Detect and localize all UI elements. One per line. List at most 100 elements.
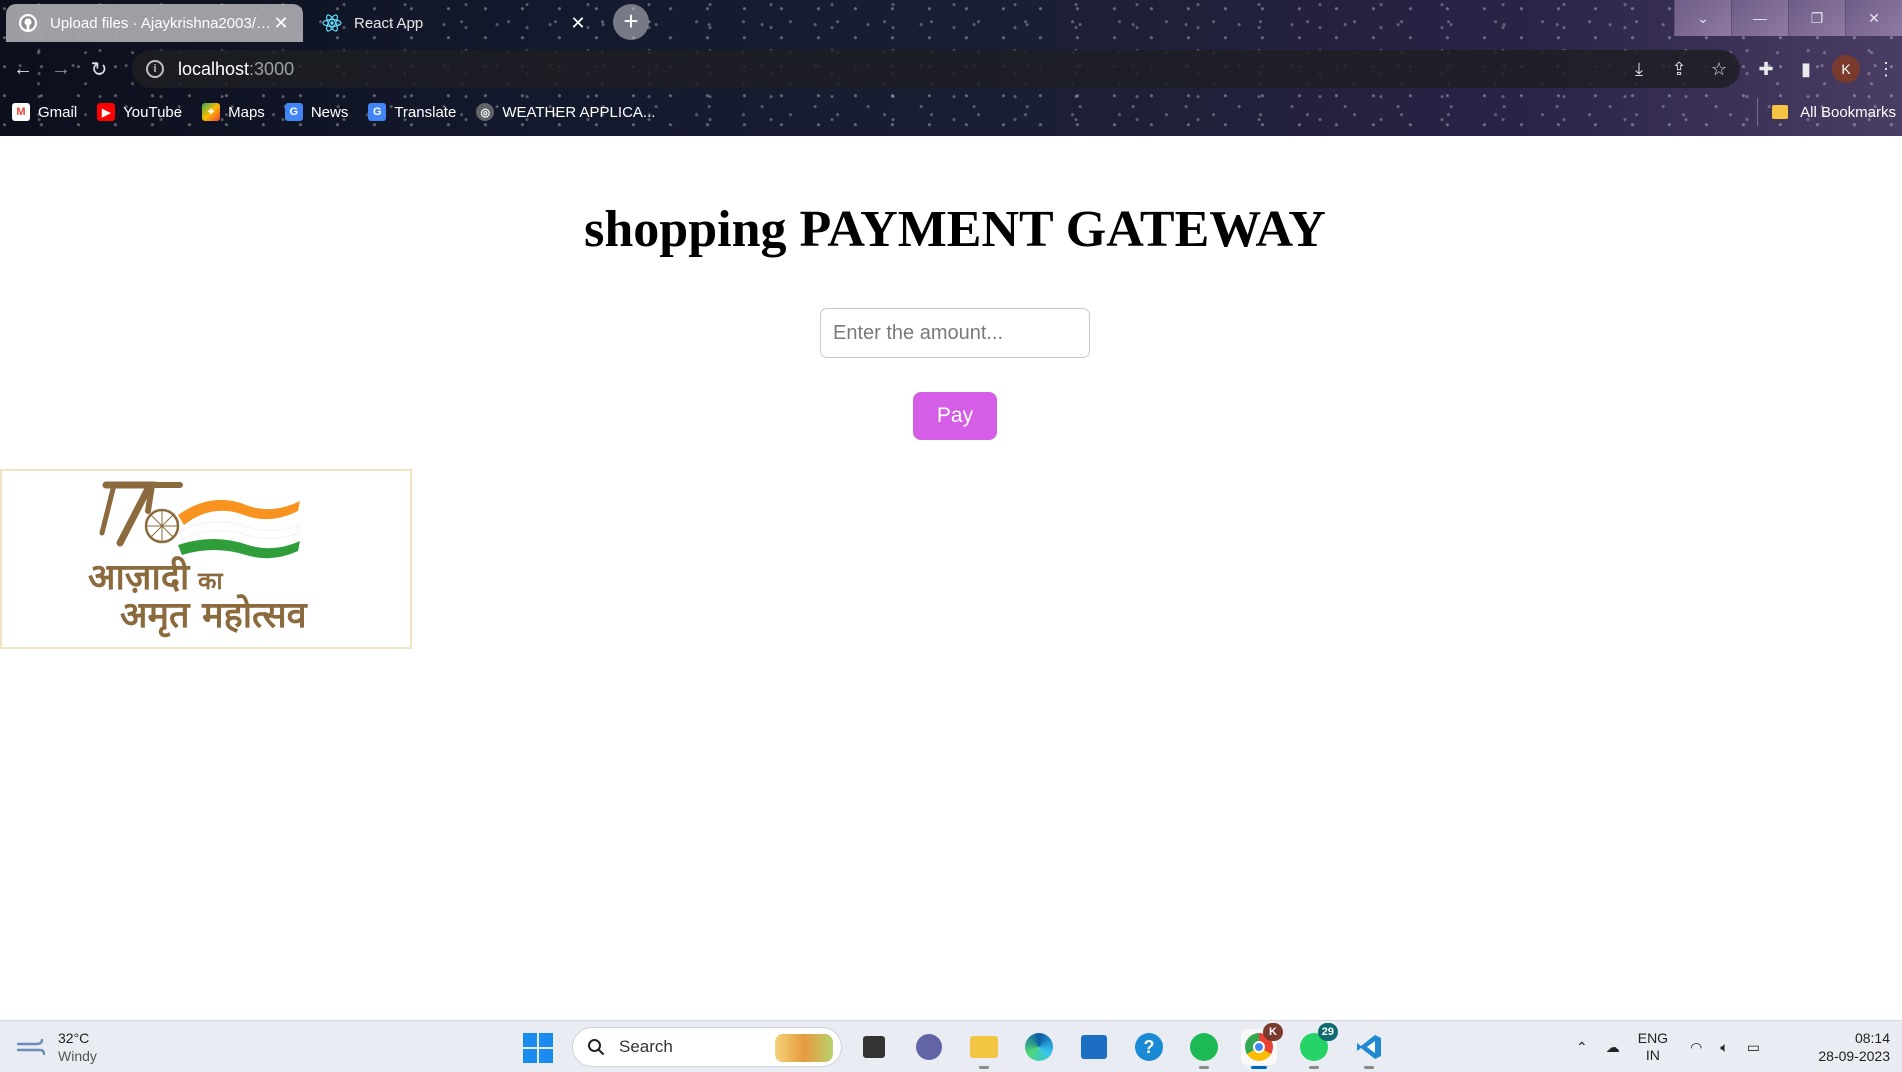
- windows-start-icon[interactable]: [523, 1033, 553, 1063]
- folder-icon: [1772, 105, 1789, 119]
- language-indicator[interactable]: ENG IN: [1638, 1030, 1668, 1064]
- taskbar: 32°C Windy Search ? K 29 ⌃ ☁ ENG IN ◠ 🔈︎…: [0, 1020, 1902, 1072]
- site-info-icon[interactable]: i: [146, 60, 164, 78]
- pay-button[interactable]: Pay: [913, 392, 997, 440]
- address-bar-actions: ⤓ ⇪ ☆: [1626, 50, 1732, 88]
- weather-widget[interactable]: 32°C Windy: [16, 1029, 97, 1065]
- teams-chat-icon[interactable]: [911, 1029, 947, 1065]
- bookmark-label: Gmail: [38, 103, 78, 121]
- battery-icon[interactable]: ▭: [1747, 1039, 1760, 1056]
- url-host: localhost: [178, 58, 250, 79]
- close-tab-icon[interactable]: ✕: [568, 13, 588, 33]
- bookmark-translate[interactable]: G Translate: [368, 103, 456, 121]
- vscode-icon[interactable]: [1351, 1029, 1387, 1069]
- address-bar[interactable]: i localhost:3000 ⤓ ⇪ ☆: [132, 50, 1740, 88]
- running-indicator: [1251, 1066, 1267, 1069]
- tab-search-icon[interactable]: ⌄: [1674, 0, 1731, 36]
- bookmark-label: News: [310, 103, 349, 121]
- menu-icon[interactable]: ⋮: [1872, 55, 1900, 83]
- globe-icon: ◎: [476, 103, 495, 121]
- wind-icon: [16, 1038, 46, 1056]
- weather-temp: 32°C: [58, 1030, 90, 1046]
- new-tab-button[interactable]: +: [613, 4, 649, 40]
- tab-title: Upload files · Ajaykrishna2003/s…: [50, 14, 271, 32]
- search-highlight-image: [775, 1034, 833, 1062]
- bookmark-news[interactable]: G News: [284, 103, 349, 121]
- minimize-icon[interactable]: —: [1731, 0, 1788, 36]
- bookmark-gmail[interactable]: M Gmail: [12, 103, 77, 121]
- back-icon[interactable]: ←: [4, 50, 42, 88]
- running-indicator: [1364, 1066, 1374, 1069]
- youtube-icon: ▶: [97, 103, 116, 121]
- search-label: Search: [619, 1037, 673, 1056]
- onedrive-cloud-icon[interactable]: ☁: [1606, 1039, 1620, 1056]
- browser-right-tools: ✚ ▮ K ⋮: [1752, 48, 1900, 90]
- microsoft-store-icon[interactable]: [1076, 1029, 1112, 1065]
- bookmark-label: Maps: [228, 103, 265, 121]
- volume-icon[interactable]: 🔈︎: [1720, 1039, 1728, 1056]
- wifi-icon[interactable]: ◠: [1690, 1039, 1702, 1056]
- profile-avatar[interactable]: K: [1832, 55, 1860, 83]
- search-icon: [588, 1039, 605, 1056]
- bookmark-star-icon[interactable]: ☆: [1706, 56, 1732, 82]
- edge-browser-icon[interactable]: [1021, 1029, 1057, 1065]
- whatsapp-icon[interactable]: 29: [1296, 1023, 1338, 1069]
- tab-strip: Upload files · Ajaykrishna2003/s… ✕ Reac…: [0, 0, 1902, 44]
- chevron-up-icon[interactable]: ⌃: [1576, 1039, 1588, 1056]
- clock-date: 28-09-2023: [1818, 1048, 1890, 1064]
- clock-time: 08:14: [1854, 1030, 1890, 1046]
- bookmark-label: WEATHER APPLICA...: [502, 103, 656, 121]
- translate-icon: G: [368, 103, 387, 121]
- chrome-profile-badge: K: [1263, 1023, 1283, 1041]
- weather-condition: Windy: [58, 1048, 97, 1064]
- react-icon: [322, 14, 342, 32]
- azadi-logo-graphic: आज़ादी का अमृत महोत्सव: [88, 481, 309, 638]
- close-window-icon[interactable]: ✕: [1845, 0, 1902, 36]
- maps-icon: ⌖: [202, 103, 221, 121]
- task-view-icon[interactable]: [856, 1029, 892, 1065]
- help-icon[interactable]: ?: [1131, 1029, 1167, 1065]
- running-indicator: [979, 1066, 989, 1069]
- tab-upload-files[interactable]: Upload files · Ajaykrishna2003/s… ✕: [6, 4, 303, 42]
- whatsapp-unread-badge: 29: [1317, 1023, 1338, 1041]
- running-indicator: [1199, 1066, 1209, 1069]
- amount-input[interactable]: [820, 308, 1090, 358]
- gmail-icon: M: [12, 103, 30, 121]
- page-heading: shopping PAYMENT GATEWAY: [584, 201, 1326, 258]
- bookmark-maps[interactable]: ⌖ Maps: [202, 103, 265, 121]
- forward-icon[interactable]: →: [42, 50, 80, 88]
- bookmark-label: YouTube: [123, 103, 183, 121]
- share-icon[interactable]: ⇪: [1666, 56, 1692, 82]
- bookmark-youtube[interactable]: ▶ YouTube: [97, 103, 182, 121]
- clock[interactable]: 08:14 28-09-2023: [1818, 1029, 1890, 1065]
- bookmarks-bar: M Gmail ▶ YouTube ⌖ Maps G News G Transl…: [0, 98, 1902, 126]
- tab-react-app[interactable]: React App ✕: [310, 4, 600, 42]
- github-icon: [19, 14, 37, 32]
- spotify-icon[interactable]: [1186, 1029, 1222, 1069]
- window-controls: ⌄ — ❐ ✕: [1674, 0, 1902, 36]
- tab-title: React App: [354, 14, 424, 32]
- browser-chrome: Upload files · Ajaykrishna2003/s… ✕ Reac…: [0, 0, 1902, 136]
- taskbar-search[interactable]: Search: [572, 1027, 842, 1067]
- bookmark-weather-app[interactable]: ◎ WEATHER APPLICA...: [476, 103, 655, 121]
- maximize-icon[interactable]: ❐: [1788, 0, 1845, 36]
- side-panel-icon[interactable]: ▮: [1792, 55, 1820, 83]
- bookmark-label: Translate: [394, 103, 457, 121]
- install-app-icon[interactable]: ⤓: [1626, 56, 1652, 82]
- running-indicator: [1309, 1066, 1319, 1069]
- azadi-ka-amrit-mahotsav-logo: आज़ादी का अमृत महोत्सव: [0, 469, 412, 649]
- close-tab-icon[interactable]: ✕: [271, 13, 291, 33]
- region-code: IN: [1645, 1047, 1660, 1063]
- chrome-icon[interactable]: K: [1241, 1023, 1283, 1069]
- extensions-icon[interactable]: ✚: [1752, 55, 1780, 83]
- reload-icon[interactable]: ↻: [80, 50, 118, 88]
- file-explorer-icon[interactable]: [966, 1029, 1002, 1069]
- all-bookmarks-button[interactable]: All Bookmarks: [1757, 98, 1896, 126]
- page-content: shopping PAYMENT GATEWAY Pay आज़ादी का अ…: [0, 136, 1902, 1020]
- logo-text-suffix: का: [197, 567, 223, 595]
- language-code: ENG: [1637, 1030, 1669, 1046]
- all-bookmarks-label: All Bookmarks: [1800, 103, 1896, 121]
- browser-toolbar: ← → ↻ i localhost:3000 ⤓ ⇪ ☆: [0, 48, 1902, 90]
- logo-text-line2: अमृत महोत्सव: [120, 594, 309, 638]
- system-tray: ⌃ ☁ ENG IN ◠ 🔈︎ ▭: [1576, 1027, 1778, 1067]
